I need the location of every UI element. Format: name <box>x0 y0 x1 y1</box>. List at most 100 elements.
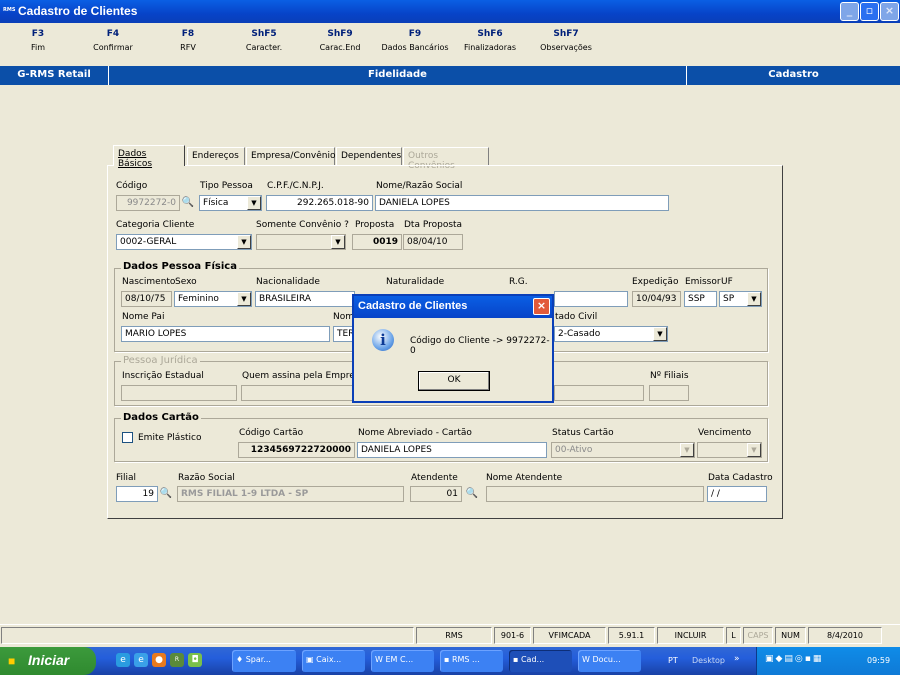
pessoa-juridica-title: Pessoa Jurídica <box>121 355 200 366</box>
proposta-label: Proposta <box>355 220 395 230</box>
vencimento-select: ▼ <box>697 442 762 458</box>
start-button[interactable]: ■ Iniciar <box>0 647 96 675</box>
pessoa-fisica-title: Dados Pessoa Física <box>121 261 239 272</box>
fkey-confirmar[interactable]: F4 Confirmar <box>78 29 148 52</box>
vencimento-label: Vencimento <box>698 428 752 438</box>
fkey-carac-end[interactable]: ShF9 Carac.End <box>305 29 375 52</box>
tray-icons[interactable]: ▣◆▤◎▪▦ <box>765 654 823 664</box>
minimize-button[interactable]: _ <box>840 2 859 21</box>
razao-social-label: Razão Social <box>178 473 235 483</box>
dialog-message: Código do Cliente -> 9972272-0 <box>410 336 550 356</box>
rg-field[interactable] <box>554 291 628 307</box>
filiais-field <box>649 385 689 401</box>
tab-dependentes[interactable]: Dependentes <box>336 147 402 165</box>
data-cadastro-label: Data Cadastro <box>708 473 773 483</box>
nome-pai-field[interactable]: MARIO LOPES <box>121 326 330 342</box>
uf-label: UF <box>721 277 733 287</box>
ie-icon[interactable]: e <box>116 653 130 667</box>
taskbar-item-spar[interactable]: ♦ Spar... <box>232 650 296 672</box>
rms-icon: ▪ <box>444 655 452 664</box>
fkey-observacoes[interactable]: ShF7 Observações <box>531 29 601 52</box>
quem-assina-field <box>241 385 355 401</box>
taskbar-item-cad[interactable]: ▪ Cad... <box>509 650 572 672</box>
convenio-select[interactable]: ▼ <box>256 234 346 250</box>
status-cartao-label: Status Cartão <box>552 428 614 438</box>
taskbar-item-docu[interactable]: W Docu... <box>578 650 641 672</box>
status-branch: 901-6 <box>494 627 531 644</box>
header-screen: Cadastro <box>768 69 819 80</box>
word-icon: W <box>582 655 593 664</box>
tipo-pessoa-select[interactable]: Física ▼ <box>199 195 262 211</box>
desktop-toolbar[interactable]: Desktop <box>692 656 725 665</box>
tab-dados-basicos[interactable]: Dados Básicos <box>113 145 185 169</box>
data-cadastro-field[interactable]: / / <box>707 486 767 502</box>
cpf-field[interactable]: 292.265.018-90 <box>266 195 373 211</box>
language-indicator[interactable]: PT <box>668 656 678 665</box>
chevron-down-icon: ▼ <box>747 443 761 457</box>
filiais-label: Nº Filiais <box>650 371 689 381</box>
razao-social-field: RMS FILIAL 1-9 LTDA - SP <box>177 486 404 502</box>
nome-field[interactable]: DANIELA LOPES <box>375 195 669 211</box>
status-program: VFIMCADA <box>533 627 606 644</box>
emissor-label: Emissor <box>685 277 721 287</box>
atendente-field[interactable]: 01 <box>410 486 462 502</box>
chevron-down-icon: ▼ <box>653 327 667 341</box>
nome-atendente-label: Nome Atendente <box>486 473 563 483</box>
dialog-close-button[interactable]: × <box>533 298 550 315</box>
nome-cartao-field[interactable]: DANIELA LOPES <box>357 442 547 458</box>
categoria-select[interactable]: 0002-GERAL ▼ <box>116 234 252 250</box>
sexo-select[interactable]: Feminino ▼ <box>174 291 252 307</box>
expedicao-field[interactable]: 10/04/93 <box>632 291 681 307</box>
proposta-field: 0019 <box>352 234 402 250</box>
tab-enderecos[interactable]: Endereços <box>187 147 245 165</box>
maximize-button[interactable]: ▫ <box>860 2 879 21</box>
browser-icon[interactable]: e <box>134 653 148 667</box>
rms-icon[interactable]: R <box>170 653 184 667</box>
cpf-label: C.P.F./C.N.P.J. <box>267 181 324 191</box>
status-version: 5.91.1 <box>608 627 655 644</box>
chevron-down-icon: ▼ <box>237 235 251 249</box>
chevron-right-icon[interactable]: » <box>734 654 740 664</box>
tab-empresa-convenio[interactable]: Empresa/Convênio <box>246 147 336 165</box>
estado-civil-label: tado Civil <box>555 312 598 322</box>
rms-icon: ▪ <box>513 655 521 664</box>
fkey-dados-bancarios[interactable]: F9 Dados Bancários <box>380 29 450 52</box>
ok-button[interactable]: OK <box>418 371 490 391</box>
inscricao-field <box>121 385 237 401</box>
fkey-finalizadoras[interactable]: ShF6 Finalizadoras <box>455 29 525 52</box>
nome-cartao-label: Nome Abreviado - Cartão <box>358 428 472 438</box>
binoculars-icon[interactable]: 🔍 <box>180 196 196 210</box>
taskbar-item-caix[interactable]: ▣ Caix... <box>302 650 365 672</box>
media-icon[interactable]: ● <box>152 653 166 667</box>
app-icon[interactable]: ◘ <box>188 653 202 667</box>
status-caps: CAPS <box>743 627 773 644</box>
windows-flag-icon: ■ <box>8 654 16 668</box>
nacionalidade-label: Nacionalidade <box>256 277 320 287</box>
inscricao-label: Inscrição Estadual <box>122 371 204 381</box>
uf-select[interactable]: SP ▼ <box>719 291 762 307</box>
codigo-cartao-label: Código Cartão <box>239 428 304 438</box>
nome-label: Nome/Razão Social <box>376 181 463 191</box>
emite-plastico-checkbox[interactable] <box>122 432 133 443</box>
fkey-rfv[interactable]: F8 RFV <box>153 29 223 52</box>
taskbar-item-rms[interactable]: ▪ RMS ... <box>440 650 503 672</box>
emissor-field[interactable]: SSP <box>684 291 717 307</box>
dta-proposta-field: 08/04/10 <box>403 234 463 250</box>
taskbar-item-em[interactable]: W EM C... <box>371 650 434 672</box>
fkey-fim[interactable]: F3 Fim <box>3 29 73 52</box>
estado-civil-select[interactable]: 2-Casado ▼ <box>554 326 668 342</box>
binoculars-icon[interactable]: 🔍 <box>158 487 174 501</box>
codigo-field[interactable]: 9972272-0 <box>116 195 180 211</box>
binoculars-icon[interactable]: 🔍 <box>464 487 480 501</box>
nascimento-field[interactable]: 08/10/75 <box>121 291 172 307</box>
close-button[interactable]: × <box>880 2 899 21</box>
fkey-caracter[interactable]: ShF5 Caracter. <box>229 29 299 52</box>
window-icon: ▣ <box>306 655 317 664</box>
flame-icon: ♦ <box>236 655 246 664</box>
status-system: RMS <box>416 627 492 644</box>
codigo-label: Código <box>116 181 148 191</box>
sexo-label: Sexo <box>175 277 197 287</box>
status-mode: INCLUIR <box>657 627 724 644</box>
filial-field[interactable]: 19 <box>116 486 158 502</box>
nacionalidade-field[interactable]: BRASILEIRA <box>255 291 355 307</box>
